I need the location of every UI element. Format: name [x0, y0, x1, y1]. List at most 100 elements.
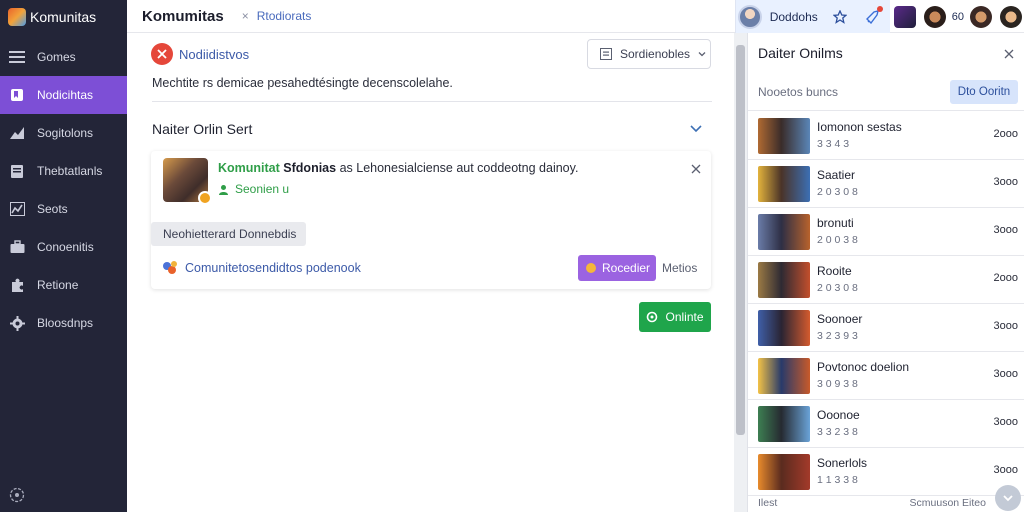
friend-avatar[interactable]: [923, 5, 946, 28]
sidebar-item-sogitolons[interactable]: Sogitolons: [0, 114, 127, 152]
rocedier-label: Rocedier: [602, 261, 651, 275]
menu-icon: [9, 49, 25, 65]
coin-icon: [586, 263, 596, 273]
friend-thumbnail: [758, 214, 810, 250]
sidebar-item-gomes[interactable]: Gomes: [0, 38, 127, 76]
friend-row[interactable]: Rooite 2 0 3 0 8 2ooo: [748, 256, 1024, 304]
friend-avatar[interactable]: [1000, 5, 1022, 28]
online-button[interactable]: Onlinte: [639, 302, 711, 332]
puzzle-icon: [9, 277, 25, 293]
briefcase-icon: [9, 239, 25, 255]
friend-count: 3ooo: [993, 368, 1018, 380]
breadcrumb-separator: ×: [241, 9, 249, 23]
friend-thumbnail: [758, 118, 810, 154]
list-icon: [600, 48, 612, 60]
search-button[interactable]: Dto Ooritn: [950, 80, 1018, 104]
card-footer-text: Comunitetosendidtos podenook: [185, 261, 361, 275]
card-bold: Sfdonias: [283, 161, 337, 175]
card-status: Seonien u: [218, 182, 289, 196]
card-highlight[interactable]: Komunitat: [218, 161, 280, 175]
stats-icon: [9, 201, 25, 217]
breadcrumb[interactable]: Rtodiorats: [257, 9, 312, 23]
close-icon[interactable]: [691, 161, 705, 175]
friend-avatar[interactable]: [970, 5, 992, 28]
friend-row[interactable]: Ooonoe 3 3 2 3 8 3ooo: [748, 400, 1024, 448]
friend-name: Iomonon sestas: [817, 120, 902, 134]
friend-count: 3ooo: [993, 320, 1018, 332]
panel-title: Daiter Onilms: [758, 45, 843, 61]
collapse-button[interactable]: [689, 121, 705, 137]
card-footer-link[interactable]: Comunitetosendidtos podenook: [161, 260, 361, 276]
avatar: [737, 4, 762, 29]
sidebar-item-label: Conoenitis: [37, 240, 94, 254]
sidebar-item-conoenitis[interactable]: Conoenitis: [0, 228, 127, 266]
tag-button[interactable]: Neohietterard Donnebdis: [151, 222, 307, 246]
friend-row[interactable]: bronuti 2 0 0 3 8 3ooo: [748, 208, 1024, 256]
user-icon: [219, 184, 228, 195]
friend-meta: 3 3 2 3 8: [817, 426, 858, 438]
metios-link[interactable]: Metios: [662, 261, 697, 275]
sidebar-item-thebtatlanls[interactable]: Thebtatlanls: [0, 152, 127, 190]
notice-title[interactable]: Nodiidistvos: [179, 47, 249, 62]
sidebar-item-nodicihtas[interactable]: Nodicihtas: [0, 76, 127, 114]
friend-avatar[interactable]: [893, 5, 916, 28]
friend-row[interactable]: Soonoer 3 2 3 9 3 3ooo: [748, 304, 1024, 352]
chat-button[interactable]: [995, 485, 1021, 511]
footer-right[interactable]: Scmuuson Eiteo: [910, 497, 986, 509]
friend-row[interactable]: Saatier 2 0 3 0 8 3ooo: [748, 160, 1024, 208]
sidebar-item-label: Gomes: [37, 50, 76, 64]
close-icon[interactable]: [1004, 46, 1016, 59]
notice-description: Mechtite rs demicae pesahedtésingte dece…: [152, 76, 453, 90]
gear-icon: [9, 315, 25, 331]
sidebar-item-label: Bloosdnps: [37, 316, 94, 330]
search-input[interactable]: Nooetos buncs: [758, 85, 838, 99]
friend-row[interactable]: Sonerlols 1 1 3 3 8 3ooo: [748, 448, 1024, 496]
friend-thumbnail: [758, 310, 810, 346]
notifications-button[interactable]: [856, 0, 890, 33]
friend-count: 3ooo: [993, 464, 1018, 476]
friend-meta: 2 0 0 3 8: [817, 234, 858, 246]
badge-icon: [198, 191, 212, 205]
close-circle-icon[interactable]: [151, 43, 173, 65]
notice-header: Nodiidistvos: [151, 43, 249, 65]
sidebar-item-retione[interactable]: Retione: [0, 266, 127, 304]
user-name: Doddohs: [769, 9, 818, 24]
panel-footer: Ilest Scmuuson Eiteo: [748, 494, 1024, 512]
settings-icon[interactable]: [9, 487, 25, 503]
footer-left[interactable]: Ilest: [758, 497, 777, 509]
friend-row[interactable]: Iomonon sestas 3 3 4 3 2ooo: [748, 112, 1024, 160]
friend-count: 2ooo: [993, 272, 1018, 284]
friend-meta: 3 2 3 9 3: [817, 330, 858, 342]
user-menu[interactable]: Doddohs: [734, 0, 824, 33]
settings-dropdown-label: Sordienobles: [620, 47, 691, 61]
friend-count: 2ooo: [993, 128, 1018, 140]
sidebar-item-seots[interactable]: Seots: [0, 190, 127, 228]
chevron-down-icon: [690, 125, 702, 133]
game-thumbnail[interactable]: [163, 158, 212, 205]
settings-dropdown[interactable]: Sordienobles: [587, 39, 711, 69]
sidebar-item-bloosdnps[interactable]: Bloosdnps: [0, 304, 127, 342]
friend-name: Ooonoe: [817, 408, 860, 422]
friend-row[interactable]: Povtonoc doelion 3 0 9 3 8 3ooo: [748, 352, 1024, 400]
scrollbar-thumb[interactable]: [736, 45, 745, 435]
power-icon: [647, 311, 658, 323]
friends-panel: Daiter Onilms Nooetos buncs Dto Ooritn I…: [747, 33, 1024, 512]
online-count: 60: [951, 10, 964, 23]
star-icon: [833, 9, 848, 24]
favorites-button[interactable]: [823, 0, 857, 33]
rocedier-button[interactable]: Rocedier: [578, 255, 656, 281]
friend-name: Povtonoc doelion: [817, 360, 910, 374]
sidebar: Komunitas Gomes Nodicihtas Sogitolons Th…: [0, 0, 127, 512]
chevron-down-icon: [698, 52, 706, 57]
brand[interactable]: Komunitas: [0, 0, 127, 33]
friend-name: bronuti: [817, 216, 854, 230]
friend-name: Soonoer: [817, 312, 863, 326]
friend-thumbnail: [758, 358, 810, 394]
sidebar-item-label: Thebtatlanls: [37, 164, 103, 178]
card-message: Komunitat Sfdonias as Lehonesialciense a…: [218, 161, 578, 175]
scrollbar[interactable]: [734, 33, 747, 512]
friend-thumbnail: [758, 454, 810, 490]
friend-count: 3ooo: [993, 416, 1018, 428]
panel-header: Daiter Onilms: [748, 33, 1024, 73]
friend-meta: 1 1 3 3 8: [817, 474, 858, 486]
